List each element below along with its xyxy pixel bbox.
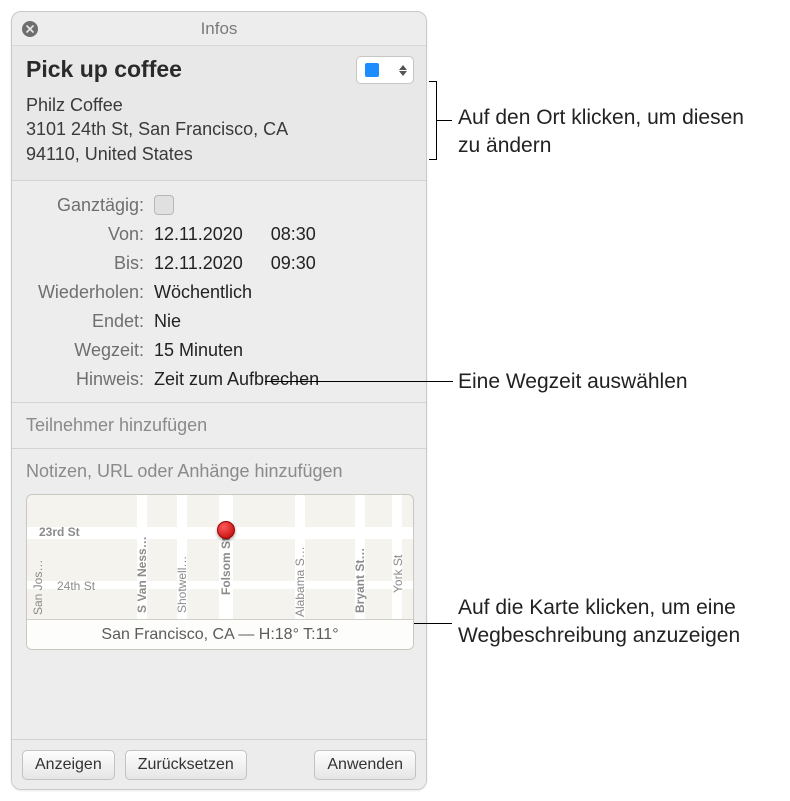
repeat-label: Wiederholen:: [26, 282, 154, 303]
reset-button[interactable]: Zurücksetzen: [125, 750, 247, 780]
titlebar: Infos: [12, 12, 426, 46]
stepper-arrows-icon: [399, 65, 407, 76]
travel-label: Wegzeit:: [26, 340, 154, 361]
from-label: Von:: [26, 224, 154, 245]
callout-line: [414, 623, 452, 624]
notes-section: Notizen, URL oder Anhänge hinzufügen 23r…: [12, 449, 426, 664]
map-thumbnail[interactable]: 23rd St 24th St S Van Ness… Shotwell… Fo…: [26, 494, 414, 650]
map-label-23rd: 23rd St: [39, 525, 80, 539]
annotation-map: Auf die Karte klicken, um eine Wegbeschr…: [458, 594, 768, 651]
map-pin-icon: [217, 521, 235, 539]
callout-line: [436, 120, 452, 121]
repeat-value[interactable]: Wöchentlich: [154, 282, 252, 303]
annotation-location: Auf den Ort klicken, um diesen zu ändern: [458, 104, 758, 161]
event-location[interactable]: Philz Coffee 3101 24th St, San Francisco…: [26, 93, 412, 166]
ends-label: Endet:: [26, 311, 154, 332]
map-label-alabama: Alabama S…: [293, 546, 307, 617]
map-label-24th: 24th St: [57, 579, 95, 593]
alert-value[interactable]: Zeit zum Aufbrechen: [154, 369, 319, 390]
annotation-travel: Eine Wegzeit auswählen: [458, 368, 688, 396]
show-button[interactable]: Anzeigen: [22, 750, 115, 780]
event-info-panel: Infos Pick up coffee Philz Coffee 3101 2…: [11, 11, 427, 790]
map-label-svanness: S Van Ness…: [135, 536, 149, 613]
map-weather-bar: San Francisco, CA — H:18° T:11°: [27, 619, 413, 649]
map-label-sanjose: San Jos…: [31, 560, 45, 615]
map-label-bryant: Bryant St…: [353, 548, 367, 613]
location-name: Philz Coffee: [26, 93, 412, 117]
footer: Anzeigen Zurücksetzen Anwenden: [12, 739, 426, 789]
event-title[interactable]: Pick up coffee: [26, 56, 412, 83]
alert-label: Hinweis:: [26, 369, 154, 390]
apply-button[interactable]: Anwenden: [314, 750, 416, 780]
allday-label: Ganztägig:: [26, 195, 154, 216]
allday-checkbox[interactable]: [154, 195, 174, 215]
invitees-input[interactable]: Teilnehmer hinzufügen: [12, 403, 426, 449]
from-date[interactable]: 12.11.2020: [154, 224, 243, 245]
travel-value[interactable]: 15 Minuten: [154, 340, 243, 361]
to-time[interactable]: 09:30: [271, 253, 316, 274]
location-line2: 94110, United States: [26, 142, 412, 166]
calendar-picker[interactable]: [356, 56, 414, 84]
callout-line: [265, 381, 453, 382]
map-label-york: York St: [391, 555, 405, 593]
event-details: Ganztägig: Von: 12.11.2020 08:30 Bis: 12…: [12, 181, 426, 403]
to-label: Bis:: [26, 253, 154, 274]
location-line1: 3101 24th St, San Francisco, CA: [26, 117, 412, 141]
event-header: Pick up coffee Philz Coffee 3101 24th St…: [12, 46, 426, 181]
titlebar-label: Infos: [201, 19, 238, 38]
to-date[interactable]: 12.11.2020: [154, 253, 243, 274]
map-label-shotwell: Shotwell…: [175, 556, 189, 613]
ends-value[interactable]: Nie: [154, 311, 181, 332]
notes-input[interactable]: Notizen, URL oder Anhänge hinzufügen: [26, 461, 412, 482]
from-time[interactable]: 08:30: [271, 224, 316, 245]
close-button[interactable]: [22, 21, 38, 37]
map-label-folsom: Folsom St: [219, 537, 233, 595]
calendar-color-swatch: [365, 63, 379, 77]
close-icon: [26, 25, 34, 33]
